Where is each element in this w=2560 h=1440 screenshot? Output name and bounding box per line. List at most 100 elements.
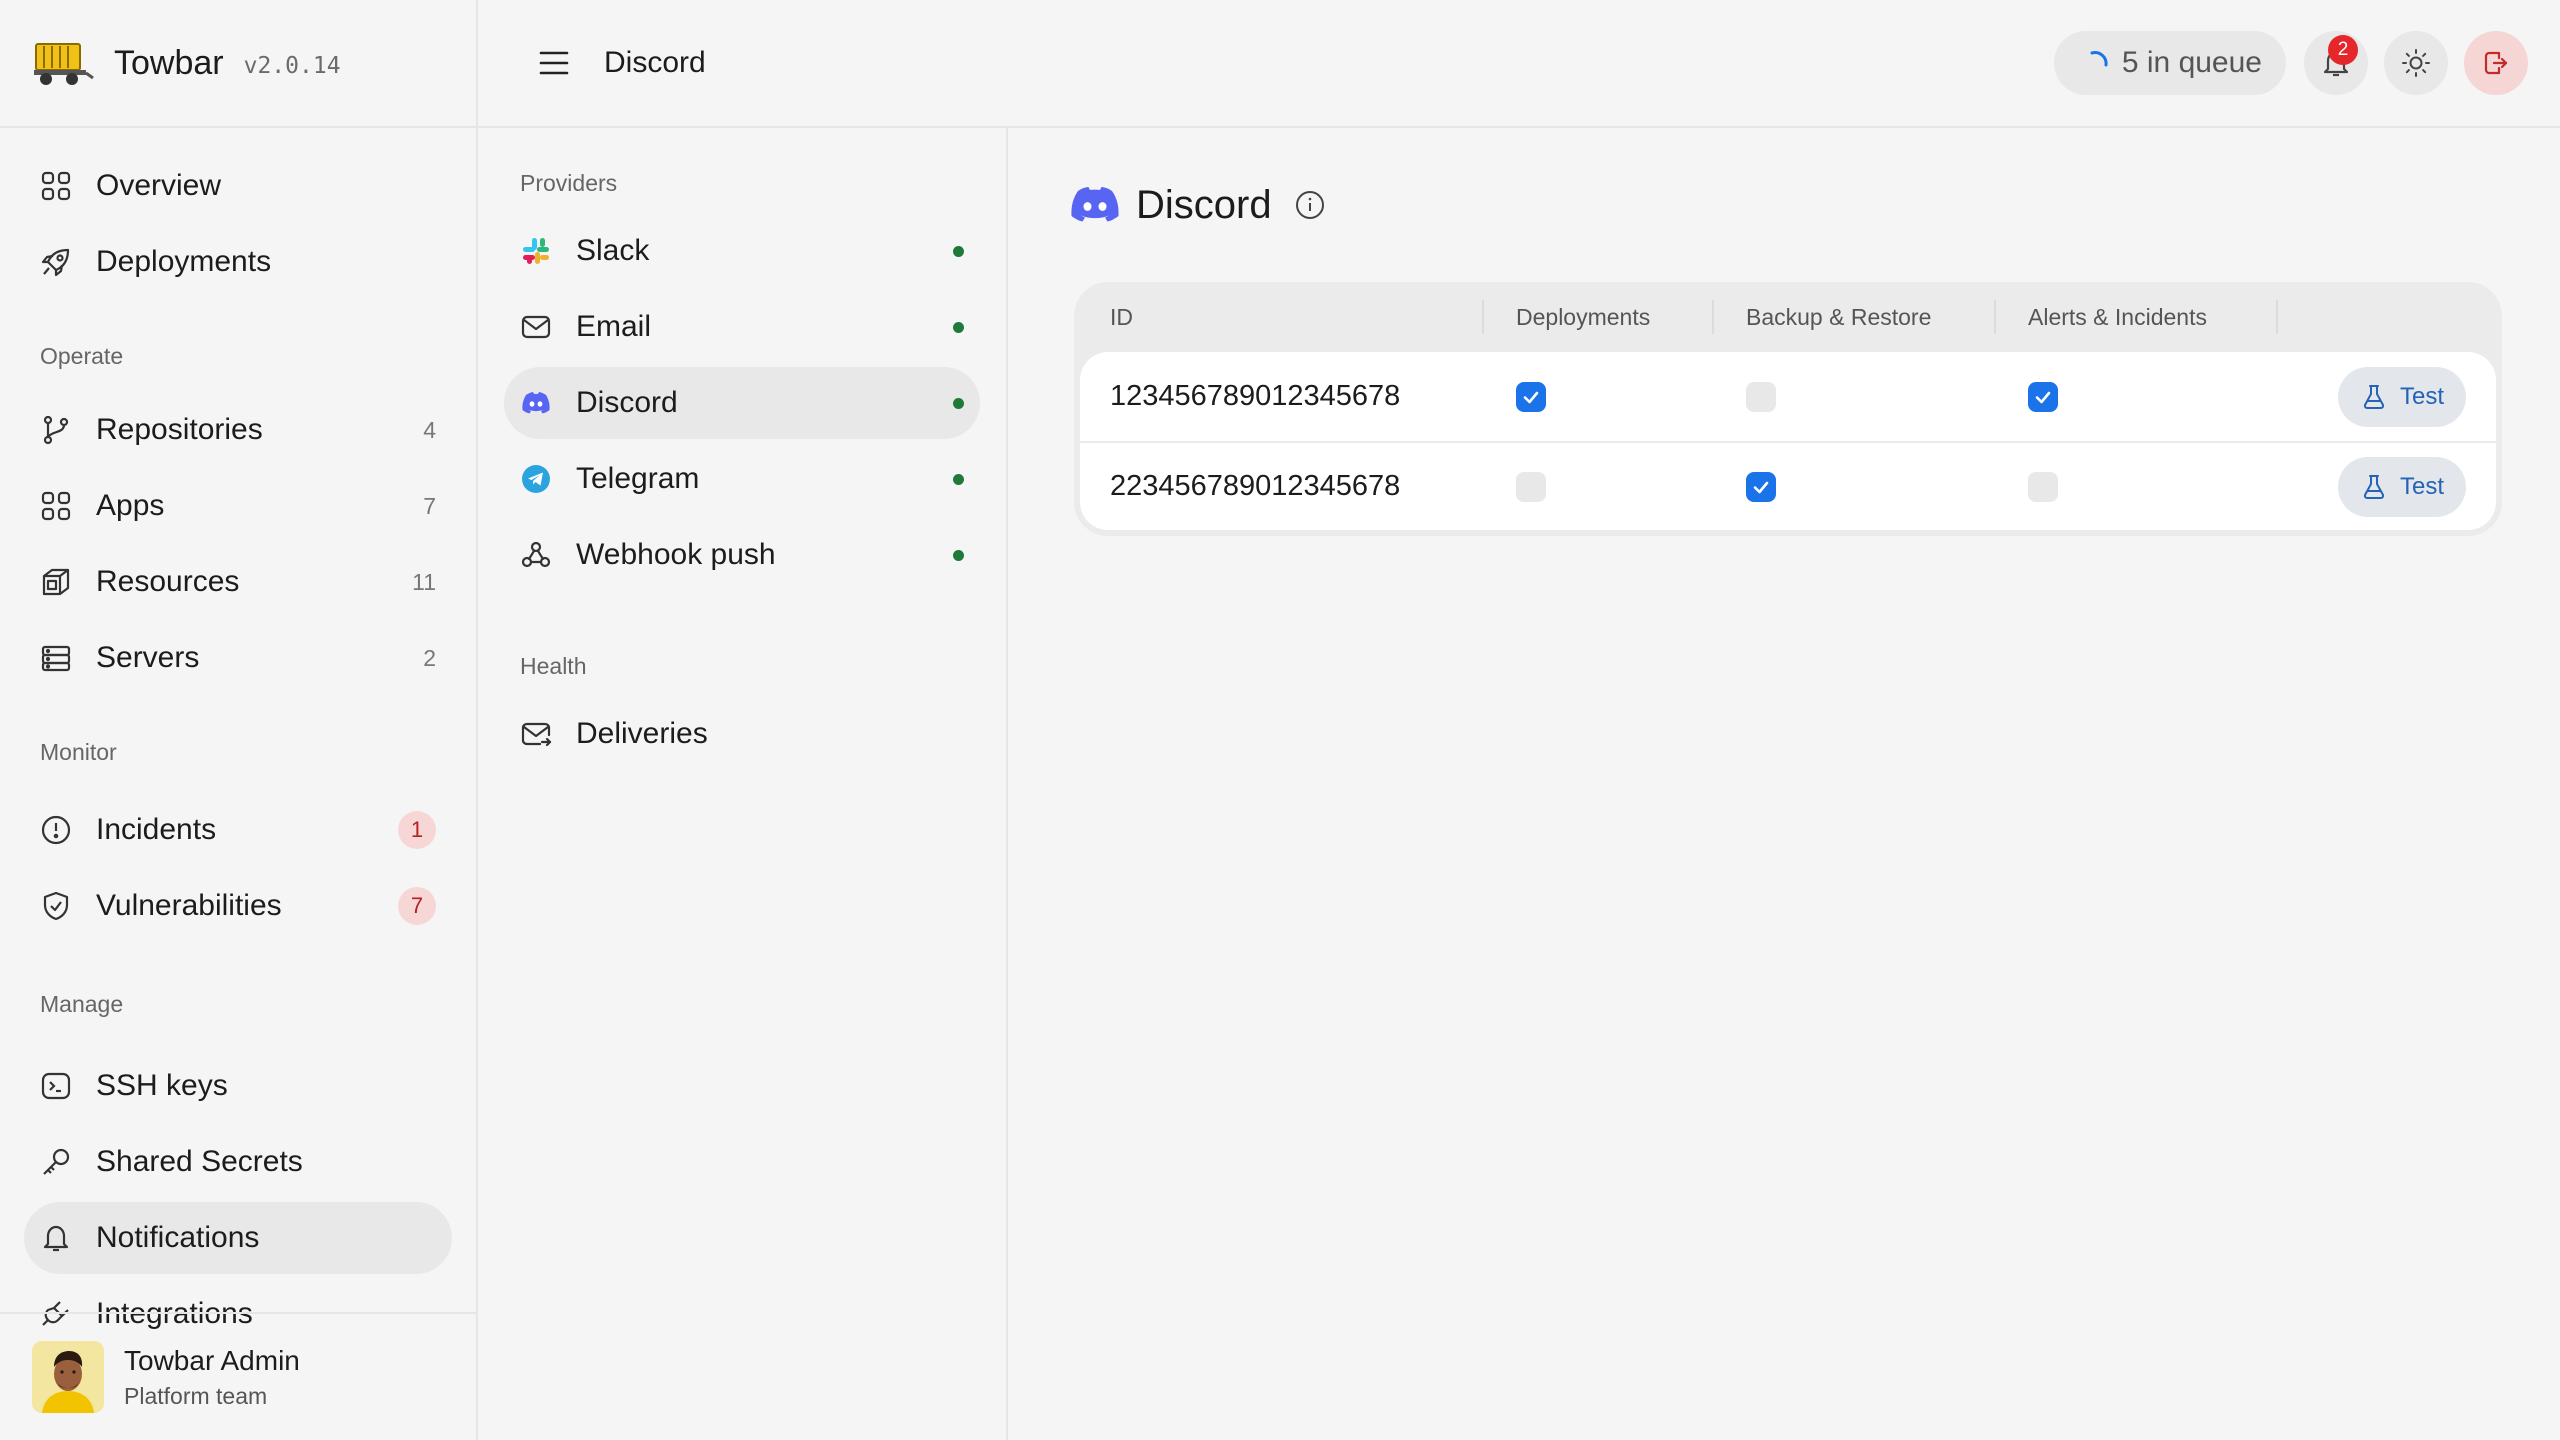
sidebar-item-repositories[interactable]: Repositories 4 [24,394,452,466]
check-icon [2035,391,2051,403]
brand[interactable]: Towbar v2.0.14 [0,0,476,128]
flask-icon [2363,474,2385,499]
status-dot [953,473,964,485]
sidebar-item-label: Deployments [96,245,272,278]
servers-count: 2 [423,644,436,671]
info-icon[interactable] [1294,189,1326,221]
test-button[interactable]: Test [2337,456,2466,517]
alert-circle-icon [41,815,71,845]
server-icon [41,645,71,672]
table-body: 123456789012345678 Test 2234567890123456… [1080,352,2496,530]
sidebar-item-notifications[interactable]: Notifications [24,1202,452,1274]
page-header: Discord [1070,180,2560,230]
telegram-icon [522,465,550,493]
sidebar-item-label: Apps [96,489,165,522]
provider-item-telegram[interactable]: Telegram [504,443,980,515]
notification-count-badge: 2 [2328,35,2358,65]
slack-icon [523,238,549,264]
repositories-count: 4 [423,416,436,443]
sidebar-item-ssh-keys[interactable]: SSH keys [24,1050,452,1122]
sidebar-item-label: Shared Secrets [96,1145,303,1178]
trailer-logo-icon [34,43,94,85]
health-item-deliveries[interactable]: Deliveries [504,698,980,770]
page-title: Discord [1136,182,1272,227]
health-label: Deliveries [576,717,708,750]
sidebar-item-vulnerabilities[interactable]: Vulnerabilities 7 [24,870,452,942]
sidebar-item-overview[interactable]: Overview [24,150,452,222]
sidebar-item-resources[interactable]: Resources 11 [24,546,452,618]
providers-heading: Providers [520,170,618,196]
provider-label: Email [576,310,652,343]
provider-item-discord[interactable]: Discord [504,367,980,439]
recipient-id: 123456789012345678 [1110,380,1401,412]
nav-group-manage: Manage [40,991,124,1017]
user-profile[interactable]: Towbar Admin Platform team [0,1312,476,1440]
deployments-cell [1484,381,1714,412]
sidebar-item-deployments[interactable]: Deployments [24,226,452,298]
column-header-id: ID [1080,300,1484,334]
status-dot [953,321,964,333]
mail-arrow-icon [521,722,552,747]
spinner-icon [2090,51,2108,67]
backup-restore-checkbox[interactable] [1746,381,1776,412]
status-dot [953,245,964,257]
test-button[interactable]: Test [2337,366,2466,427]
table-row: 223456789012345678 Test [1080,441,2496,530]
status-dot [953,549,964,561]
backup-restore-checkbox[interactable] [1746,471,1776,502]
theme-toggle-button[interactable] [2384,31,2448,95]
app-version: v2.0.14 [243,53,341,79]
check-icon [1523,391,1539,403]
sidebar-item-servers[interactable]: Servers 2 [24,622,452,694]
column-header-alerts-incidents: Alerts & Incidents [1996,300,2278,334]
queue-status-button[interactable]: 5 in queue [2053,31,2286,95]
app-name: Towbar [114,43,224,82]
deployments-checkbox[interactable] [1516,471,1546,502]
hamburger-menu-icon[interactable] [534,43,574,83]
sidebar-item-label: Vulnerabilities [96,889,282,922]
user-name: Towbar Admin [124,1344,300,1376]
terminal-icon [41,1072,71,1100]
sidebar-item-label: Resources [96,565,240,598]
provider-item-slack[interactable]: Slack [504,215,980,287]
check-icon [1753,481,1769,493]
provider-label: Discord [576,386,678,419]
incidents-badge: 1 [398,811,436,849]
provider-item-webhook-push[interactable]: Webhook push [504,519,980,591]
key-icon [43,1148,70,1175]
sidebar-item-label: SSH keys [96,1069,228,1102]
alerts-incidents-checkbox[interactable] [2028,381,2058,412]
bell-icon [43,1225,69,1252]
webhook-icon [521,541,551,568]
deployments-checkbox[interactable] [1516,381,1546,412]
column-header-deployments: Deployments [1484,300,1714,334]
header-title: Discord [604,46,706,79]
logout-icon [2484,51,2508,75]
backup-restore-cell [1714,471,1996,502]
sidebar-item-shared-secrets[interactable]: Shared Secrets [24,1126,452,1198]
git-branch-icon [43,415,69,445]
provider-item-email[interactable]: Email [504,291,980,363]
sidebar: Towbar v2.0.14 Overview Deployments Oper… [0,0,478,1440]
notifications-button[interactable]: 2 [2304,31,2368,95]
mail-icon [521,315,551,339]
test-button-label: Test [2399,472,2444,500]
sidebar-item-label: Incidents [96,813,217,846]
nav-group-operate: Operate [40,343,124,369]
provider-panel: Providers Slack Email Discord Telegram W… [478,128,1008,1440]
logout-button[interactable] [2464,31,2528,95]
recipient-id: 223456789012345678 [1110,470,1401,502]
column-header-backup-restore: Backup & Restore [1714,300,1996,334]
table-header: ID Deployments Backup & Restore Alerts &… [1080,282,2496,352]
rocket-icon [41,248,70,277]
sidebar-item-incidents[interactable]: Incidents 1 [24,794,452,866]
vulnerabilities-badge: 7 [398,887,436,925]
sidebar-nav: Overview Deployments Operate Repositorie… [0,128,476,1350]
shield-icon [43,891,69,921]
sidebar-item-apps[interactable]: Apps 7 [24,470,452,542]
flask-icon [2363,384,2385,409]
deployments-cell [1484,471,1714,502]
alerts-incidents-checkbox[interactable] [2028,471,2058,502]
status-dot [953,397,964,409]
nav-group-monitor: Monitor [40,739,117,765]
